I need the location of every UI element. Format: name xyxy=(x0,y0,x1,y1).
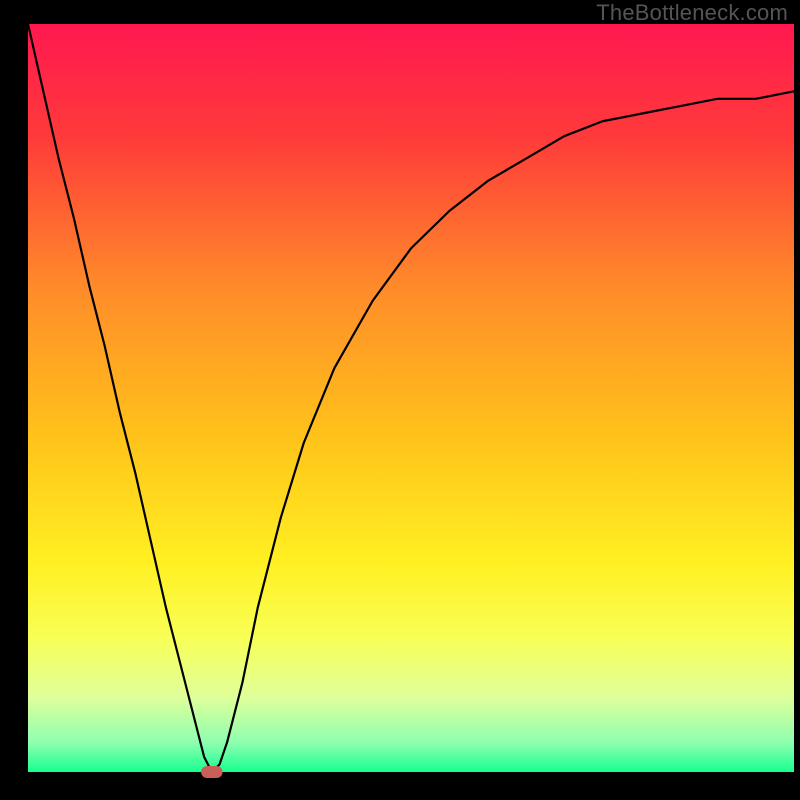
watermark-text: TheBottleneck.com xyxy=(596,0,788,26)
optimal-point-marker xyxy=(201,766,222,778)
plot-background xyxy=(28,24,794,772)
bottleneck-chart xyxy=(0,0,800,800)
chart-container: TheBottleneck.com xyxy=(0,0,800,800)
